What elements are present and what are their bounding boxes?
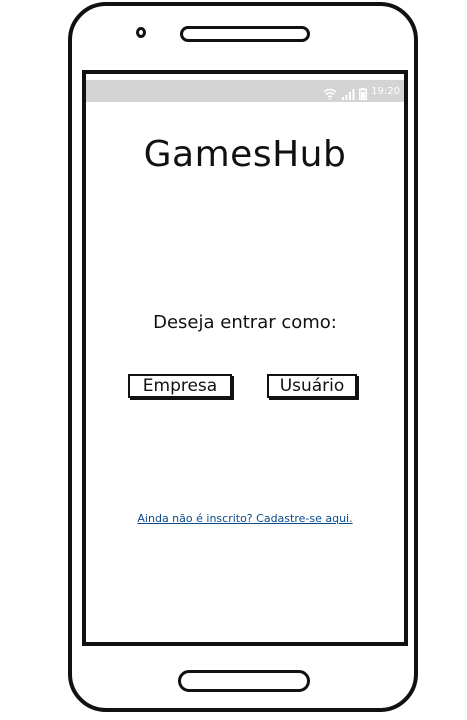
signal-icon (341, 85, 355, 100)
camera-icon (136, 27, 146, 38)
login-prompt: Deseja entrar como: (153, 312, 337, 333)
wifi-icon (323, 85, 337, 100)
signup-link[interactable]: Ainda não é inscrito? Cadastre-se aqui. (86, 512, 404, 525)
status-time: 19:20 (371, 85, 400, 97)
app-title: GamesHub (143, 134, 347, 175)
user-login-button[interactable]: Usuário (267, 374, 357, 398)
speaker-grille (180, 26, 310, 42)
phone-mockup: 19:20 GamesHub Deseja entrar como: Empre… (0, 0, 467, 720)
battery-icon (359, 85, 368, 101)
phone-screen: 19:20 GamesHub Deseja entrar como: Empre… (82, 70, 408, 646)
status-bar: 19:20 (86, 80, 404, 102)
company-login-button[interactable]: Empresa (128, 374, 232, 398)
home-button[interactable] (178, 670, 310, 692)
